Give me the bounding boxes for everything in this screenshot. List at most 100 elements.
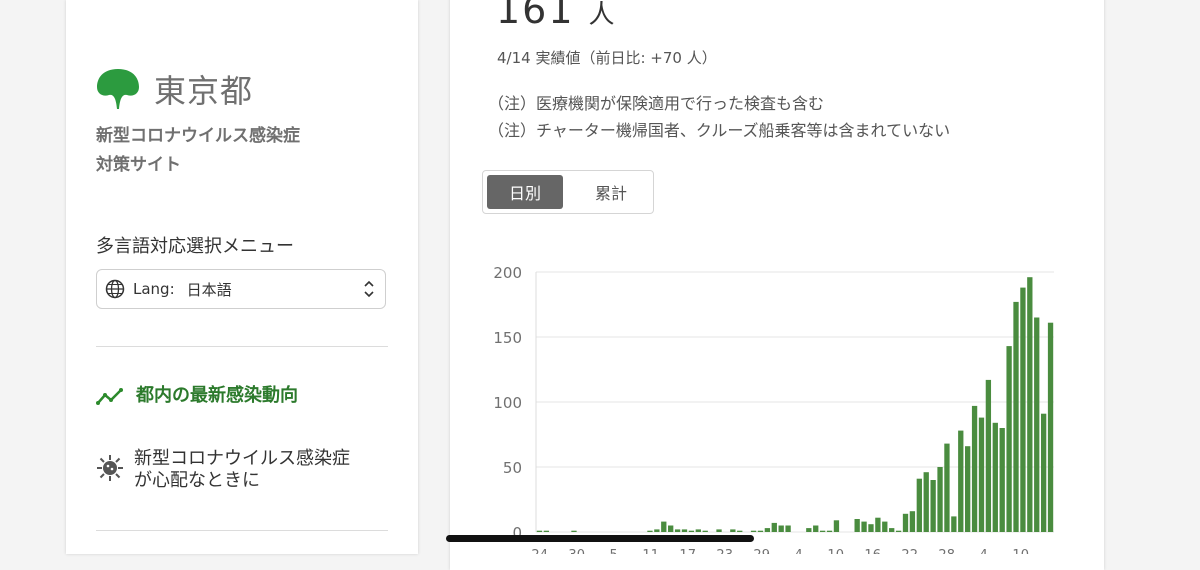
bar[interactable] — [944, 443, 950, 532]
x-tick-label: 28 — [938, 548, 955, 554]
nav-label-worried-line1: 新型コロナウイルス感染症 — [134, 448, 350, 469]
sidebar: 東京都 新型コロナウイルス感染症 対策サイト 多言語対応選択メニュー Lang:… — [66, 0, 418, 554]
bar[interactable] — [813, 525, 819, 533]
x-tick-label: 17 — [679, 548, 696, 554]
bar[interactable] — [543, 530, 550, 532]
bar[interactable] — [889, 528, 895, 532]
bar[interactable] — [985, 379, 992, 532]
x-tick-label: 11 — [642, 548, 659, 554]
bar[interactable] — [1013, 301, 1019, 532]
site-title-line1: 新型コロナウイルス感染症 — [96, 126, 300, 146]
toggle-daily-button[interactable]: 日別 — [487, 175, 563, 209]
lang-value: 日本語 — [186, 280, 232, 299]
bar[interactable] — [785, 525, 791, 533]
bar[interactable] — [826, 530, 833, 532]
x-tick-label: 5 — [610, 548, 618, 554]
bar[interactable] — [702, 530, 708, 532]
x-tick-label: 10 — [1012, 548, 1029, 554]
toggle-cumulative-button[interactable]: 累計 — [573, 175, 649, 209]
bar[interactable] — [930, 480, 936, 532]
site-title: 新型コロナウイルス感染症 対策サイト — [96, 122, 396, 180]
bar[interactable] — [771, 522, 777, 532]
x-tick-label: 4 — [795, 548, 803, 554]
x-tick-label: 29 — [753, 548, 770, 554]
y-tick-label: 200 — [493, 264, 522, 282]
bar[interactable] — [868, 524, 874, 532]
bar[interactable] — [674, 529, 681, 532]
total-cases-unit: 人 — [588, 0, 617, 30]
bar[interactable] — [1047, 322, 1054, 532]
bar[interactable] — [1006, 346, 1012, 532]
y-tick-label: 150 — [493, 329, 522, 347]
trend-line-icon — [96, 388, 123, 405]
bar[interactable] — [536, 530, 543, 532]
bar[interactable] — [992, 422, 998, 532]
total-cases-number: 161 — [496, 0, 575, 32]
bar[interactable] — [695, 529, 701, 532]
updown-chevron-icon — [364, 280, 374, 298]
x-tick-label: 30 — [568, 548, 585, 554]
bar[interactable] — [965, 446, 971, 532]
language-select[interactable]: Lang: 日本語 — [96, 269, 386, 309]
bar[interactable] — [951, 516, 957, 532]
lang-prefix: Lang: — [133, 280, 175, 298]
bar[interactable] — [1040, 413, 1047, 532]
nav-item-latest-trends[interactable]: 都内の最新感染動向 — [96, 385, 298, 407]
bar[interactable] — [571, 530, 577, 532]
total-cases-value: 161 人 — [496, 0, 617, 32]
bar[interactable] — [647, 530, 653, 532]
bar[interactable] — [681, 529, 688, 532]
virus-icon — [97, 455, 123, 481]
daily-cumulative-toggle: 日別 累計 — [482, 170, 654, 214]
bar[interactable] — [764, 528, 771, 532]
site-title-line2: 対策サイト — [96, 155, 181, 175]
bar[interactable] — [833, 520, 840, 532]
logo[interactable]: 東京都 — [96, 66, 253, 112]
bar[interactable] — [1027, 277, 1033, 532]
x-tick-label: 22 — [901, 548, 918, 554]
bar[interactable] — [895, 530, 902, 532]
bar[interactable] — [978, 417, 985, 532]
bar[interactable] — [778, 525, 784, 533]
bar[interactable] — [716, 529, 722, 532]
x-tick-label: 10 — [827, 548, 844, 554]
y-tick-label: 100 — [493, 394, 522, 412]
bar[interactable] — [854, 519, 860, 532]
bar[interactable] — [937, 467, 943, 532]
bar[interactable] — [806, 528, 812, 532]
bar[interactable] — [1020, 287, 1026, 532]
nav-label-worried-line2: が心配なときに — [134, 470, 260, 491]
bar[interactable] — [750, 530, 757, 532]
bar[interactable] — [737, 530, 743, 532]
lang-menu-label: 多言語対応選択メニュー — [96, 236, 294, 257]
bar[interactable] — [923, 472, 929, 532]
x-tick-label: 23 — [716, 548, 733, 554]
bar[interactable] — [668, 525, 674, 533]
home-indicator — [446, 535, 754, 542]
bar[interactable] — [902, 513, 909, 532]
bar[interactable] — [861, 521, 867, 532]
daily-cases-chart: 0501001502002430511172329410162228410 — [493, 264, 1054, 554]
bar[interactable] — [971, 405, 978, 532]
divider — [96, 530, 388, 531]
bar[interactable] — [688, 530, 695, 532]
bar[interactable] — [757, 530, 764, 532]
bar[interactable] — [958, 430, 964, 532]
bar[interactable] — [875, 517, 881, 532]
globe-icon — [105, 279, 125, 299]
bar[interactable] — [654, 529, 660, 532]
bar[interactable] — [882, 521, 888, 532]
bar[interactable] — [1034, 317, 1040, 533]
bar[interactable] — [819, 530, 826, 532]
nav-item-worried[interactable]: 新型コロナウイルス感染症 が心配なときに — [96, 448, 350, 492]
bar[interactable] — [909, 511, 916, 532]
bar[interactable] — [730, 529, 736, 532]
x-tick-label: 16 — [864, 548, 881, 554]
bar[interactable] — [661, 521, 667, 532]
bar[interactable] — [999, 428, 1005, 532]
bar[interactable] — [916, 478, 922, 532]
nav-label-latest-trends: 都内の最新感染動向 — [136, 385, 298, 406]
x-tick-label: 4 — [980, 548, 988, 554]
note-1: （注）医療機関が保険適用で行った検査も含む — [488, 94, 825, 113]
x-tick-label: 24 — [531, 548, 548, 554]
